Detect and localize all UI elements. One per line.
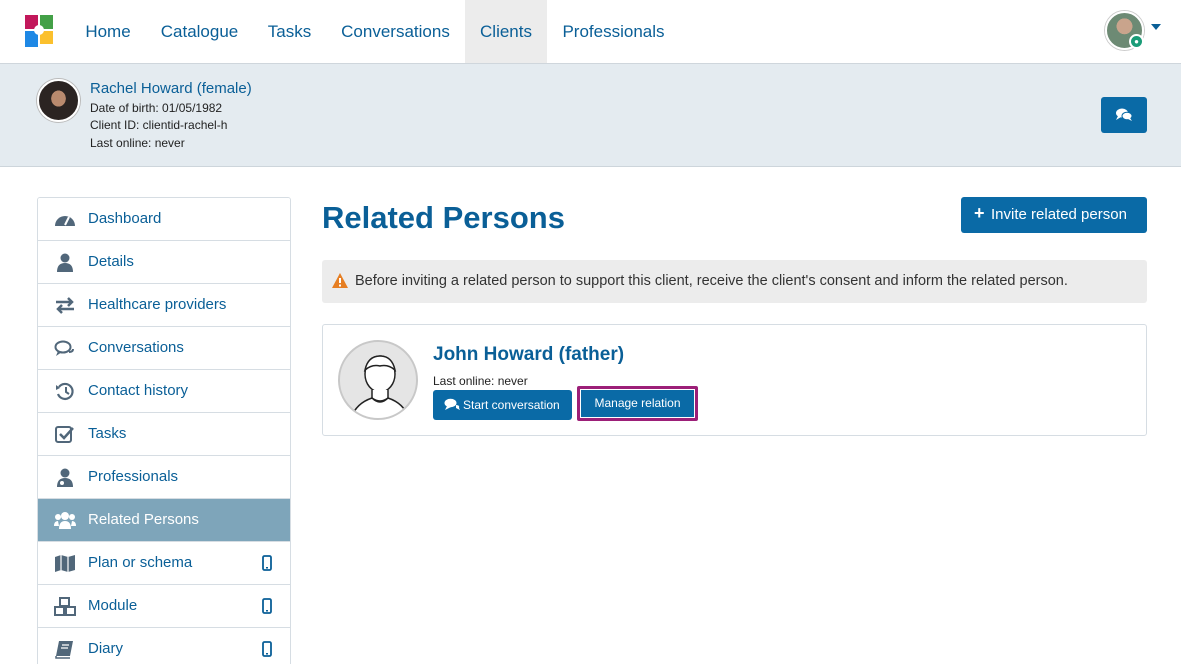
sidebar-item-dashboard[interactable]: Dashboard: [38, 198, 290, 241]
dashboard-icon: [55, 216, 75, 226]
nav-professionals[interactable]: Professionals: [552, 0, 675, 63]
sidebar-item-diary[interactable]: Diary: [38, 628, 290, 664]
sidebar-item-label: Module: [88, 597, 138, 614]
sidebar-item-contact-history[interactable]: Contact history: [38, 370, 290, 413]
alert-message: Before inviting a related person to supp…: [355, 273, 1068, 289]
nav-conversations[interactable]: Conversations: [330, 0, 461, 63]
user-icon: [57, 253, 73, 272]
sidebar-item-label: Contact history: [88, 382, 189, 399]
nav-catalogue[interactable]: Catalogue: [150, 0, 249, 63]
client-id: Client ID: clientid-rachel-h: [90, 118, 228, 132]
page-title: Related Persons: [322, 200, 565, 235]
client-avatar: [37, 79, 80, 122]
warning-icon: [332, 273, 348, 288]
consent-warning-alert: Before inviting a related person to supp…: [322, 260, 1147, 303]
users-icon: [54, 512, 76, 529]
history-icon: [56, 382, 74, 401]
sidebar-item-label: Conversations: [88, 339, 184, 356]
chevron-down-icon[interactable]: [1151, 24, 1161, 30]
related-person-avatar: [338, 340, 418, 420]
mobile-icon: [262, 555, 272, 571]
invite-related-person-button[interactable]: + Invite related person: [961, 197, 1147, 233]
sidebar-item-label: Related Persons: [88, 511, 199, 528]
sidebar-item-label: Diary: [88, 640, 124, 657]
sidebar-item-details[interactable]: Details: [38, 241, 290, 284]
start-conversation-button[interactable]: Start conversation: [433, 390, 572, 420]
related-person-name[interactable]: John Howard (father): [433, 344, 624, 366]
nav-tasks[interactable]: Tasks: [258, 0, 321, 63]
sidebar-item-label: Healthcare providers: [88, 296, 227, 313]
manage-relation-button[interactable]: Manage relation: [581, 390, 694, 417]
sidebar-item-label: Professionals: [88, 468, 179, 485]
sidebar-item-label: Plan or schema: [88, 554, 193, 571]
top-navbar: Home Catalogue Tasks Conversations Clien…: [0, 0, 1181, 64]
app-logo[interactable]: [25, 15, 53, 47]
sidebar-item-plan-or-schema[interactable]: Plan or schema: [38, 542, 290, 585]
sidebar-item-module[interactable]: Module: [38, 585, 290, 628]
nav-home[interactable]: Home: [74, 0, 142, 63]
client-dob: Date of birth: 01/05/1982: [90, 101, 223, 115]
nav-clients[interactable]: Clients: [465, 0, 547, 63]
cubes-icon: [54, 597, 76, 616]
comments-icon: [444, 398, 460, 410]
sidebar-item-conversations[interactable]: Conversations: [38, 327, 290, 370]
sidebar-item-tasks[interactable]: Tasks: [38, 413, 290, 456]
book-icon: [55, 641, 73, 659]
default-avatar-icon: [350, 355, 410, 418]
comments-icon: [1116, 108, 1133, 121]
client-name-link[interactable]: Rachel Howard (female): [90, 80, 252, 97]
comments-icon: [54, 340, 74, 356]
client-chat-button[interactable]: [1101, 97, 1147, 133]
client-sidebar: Dashboard Details Healthcare providers C…: [37, 197, 291, 664]
plus-icon: +: [974, 203, 985, 223]
sidebar-item-related-persons[interactable]: Related Persons: [38, 499, 290, 542]
related-person-last-online: Last online: never: [433, 374, 528, 388]
client-header: Rachel Howard (female) Date of birth: 01…: [0, 64, 1181, 167]
sidebar-item-label: Details: [88, 253, 134, 270]
sidebar-item-professionals[interactable]: Professionals: [38, 456, 290, 499]
start-conversation-label: Start conversation: [463, 398, 560, 412]
mobile-icon: [262, 598, 272, 614]
manage-relation-highlight: Manage relation: [577, 386, 698, 421]
sidebar-item-healthcare-providers[interactable]: Healthcare providers: [38, 284, 290, 327]
checkbox-icon: [55, 426, 74, 443]
map-icon: [55, 555, 75, 572]
sidebar-item-label: Dashboard: [88, 210, 162, 227]
related-person-card: John Howard (father) Last online: never …: [322, 324, 1147, 436]
mobile-icon: [262, 641, 272, 657]
sidebar-item-label: Tasks: [88, 425, 127, 442]
exchange-icon: [56, 297, 74, 314]
doctor-icon: [57, 468, 73, 487]
eye-icon: ●: [1129, 34, 1144, 49]
invite-button-label: Invite related person: [991, 206, 1127, 223]
client-last-online: Last online: never: [90, 136, 185, 150]
